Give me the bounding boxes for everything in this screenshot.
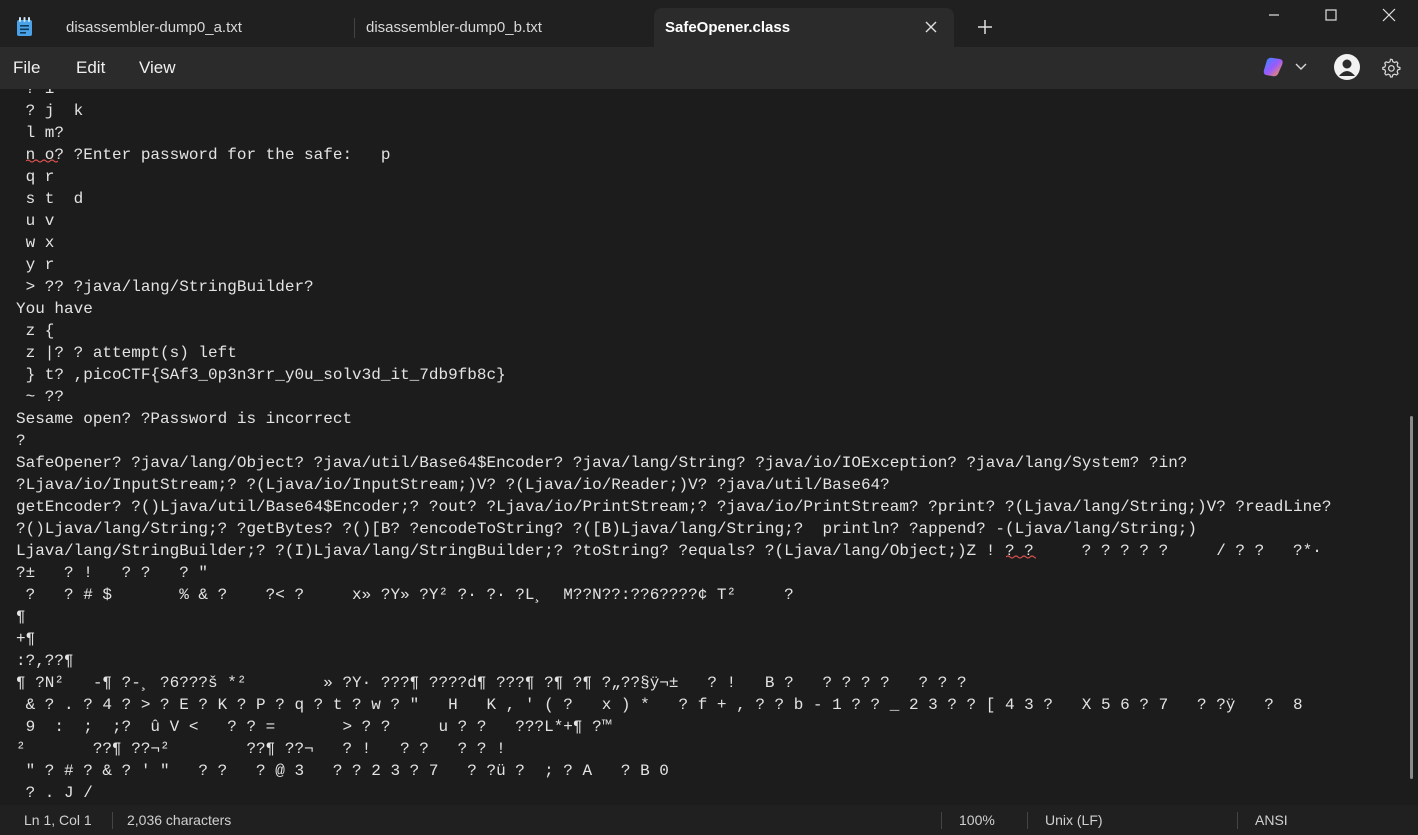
- tab-label: disassembler-dump0_a.txt: [66, 19, 242, 36]
- editor-line: :?,??¶: [16, 652, 74, 670]
- maximize-icon: [1325, 9, 1337, 21]
- close-window-button[interactable]: [1360, 0, 1418, 30]
- editor-line: l m?: [16, 124, 65, 142]
- line-ending[interactable]: Unix (LF): [1045, 812, 1103, 828]
- status-divider: [1027, 812, 1028, 829]
- cursor-position: Ln 1, Col 1: [24, 812, 92, 828]
- editor-line: ? ? # $ % & ? ?< ? x» ?Y» ?Y² ?· ?· ?L¸ …: [16, 586, 794, 604]
- close-tab-icon[interactable]: [922, 18, 940, 36]
- editor-line: +¶: [16, 630, 36, 648]
- plus-icon[interactable]: [974, 16, 996, 38]
- editor-line: & ? . ? 4 ? > ? E ? K ? P ? q ? t ? w ? …: [16, 696, 1303, 714]
- title-bar: disassembler-dump0_a.txt disassembler-du…: [0, 0, 1418, 47]
- editor-line: } t? ,picoCTF{SAf3_0p3n3rr_y0u_solv3d_it…: [16, 366, 506, 384]
- zoom-level[interactable]: 100%: [959, 812, 995, 828]
- editor-line: z |? ? attempt(s) left: [16, 344, 237, 362]
- editor-line: " ? # ? & ? ' " ? ? ? @ 3 ? ? 2 3 ? 7 ? …: [16, 762, 669, 780]
- editor-line: ?: [16, 432, 26, 450]
- editor-content: ? i ? j k l m? n o? ?Enter password for …: [16, 89, 1331, 800]
- tab-label: disassembler-dump0_b.txt: [366, 19, 542, 36]
- copilot-button[interactable]: [1263, 56, 1311, 78]
- editor-line: ² ??¶ ??¬² ??¶ ??¬ ? ! ? ? ? ? !: [16, 740, 506, 758]
- editor-line: 9 : ; ;? û V < ? ? = > ? ? u ? ? ???L*+¶…: [16, 718, 612, 736]
- maximize-button[interactable]: [1302, 0, 1360, 30]
- menu-bar: File Edit View: [0, 47, 1418, 89]
- editor-line: n o? ?Enter password for the safe: p: [16, 146, 391, 164]
- menu-view[interactable]: View: [139, 58, 176, 78]
- editor-line: > ?? ?java/lang/StringBuilder?: [16, 278, 314, 296]
- menu-edit[interactable]: Edit: [76, 58, 105, 78]
- status-divider: [941, 812, 942, 829]
- status-divider: [112, 812, 113, 829]
- spell-check-underline: [26, 159, 58, 163]
- user-icon: [1339, 59, 1355, 76]
- editor-line: Ljava/lang/StringBuilder;? ?(I)Ljava/lan…: [16, 542, 1322, 560]
- editor-line: ? i: [16, 89, 55, 98]
- spell-check-underline: [1006, 555, 1036, 559]
- editor-line: ? . J /: [16, 784, 93, 800]
- text-editor[interactable]: ? i ? j k l m? n o? ?Enter password for …: [0, 89, 1404, 800]
- encoding[interactable]: ANSI: [1255, 812, 1288, 828]
- status-bar: Ln 1, Col 1 2,036 characters 100% Unix (…: [0, 805, 1418, 835]
- status-divider: [1237, 812, 1238, 829]
- editor-line: SafeOpener? ?java/lang/Object? ?java/uti…: [16, 454, 1188, 472]
- editor-line: ?Ljava/io/InputStream;? ?(Ljava/io/Input…: [16, 476, 890, 494]
- editor-line: getEncoder? ?()Ljava/util/Base64$Encoder…: [16, 498, 1332, 516]
- editor-line: ?± ? ! ? ? ? ": [16, 564, 209, 582]
- scrollbar-thumb[interactable]: [1410, 416, 1413, 779]
- tab-label: SafeOpener.class: [665, 19, 791, 36]
- tab-disassembler-dump0-a[interactable]: disassembler-dump0_a.txt: [52, 8, 354, 47]
- editor-line: ? j k: [16, 102, 84, 120]
- editor-line: ?()Ljava/lang/String;? ?getBytes? ?()[B?…: [16, 520, 1197, 538]
- minimize-icon: [1269, 14, 1279, 16]
- tab-disassembler-dump0-b[interactable]: disassembler-dump0_b.txt: [355, 8, 653, 47]
- copilot-icon: [1263, 57, 1307, 77]
- close-icon: [1382, 8, 1396, 22]
- gear-icon[interactable]: [1380, 57, 1401, 78]
- editor-line: y r: [16, 256, 55, 274]
- editor-line: q r: [16, 168, 55, 186]
- vertical-scrollbar[interactable]: [1406, 89, 1418, 800]
- editor-line: z {: [16, 322, 55, 340]
- notepad-icon: [17, 17, 32, 36]
- avatar[interactable]: [1334, 54, 1360, 80]
- editor-line: ¶ ?N² -¶ ?-¸ ?6???š *² » ?Y· ???¶ ????d¶…: [16, 674, 967, 692]
- editor-line: ~ ??: [16, 388, 65, 406]
- menu-file[interactable]: File: [13, 58, 40, 78]
- editor-line: w x: [16, 234, 55, 252]
- character-count: 2,036 characters: [127, 812, 232, 828]
- tab-safeopener-class[interactable]: SafeOpener.class: [654, 8, 954, 47]
- minimize-button[interactable]: [1245, 0, 1303, 30]
- editor-line: s t d: [16, 190, 84, 208]
- editor-line: Sesame open? ?Password is incorrect: [16, 410, 353, 428]
- editor-line: u v: [16, 212, 55, 230]
- editor-line: ¶: [16, 608, 26, 626]
- editor-line: You have: [16, 300, 93, 318]
